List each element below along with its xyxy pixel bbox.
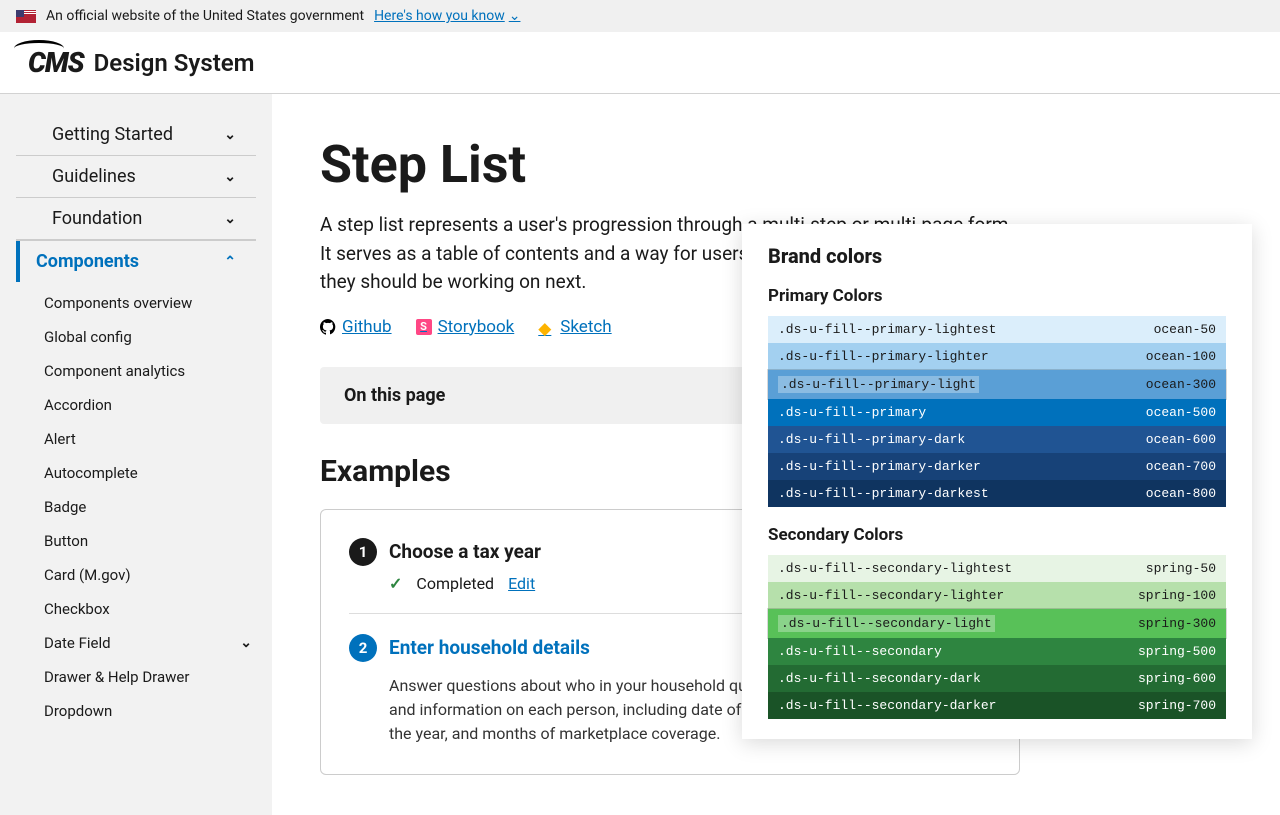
github-link[interactable]: Github bbox=[320, 317, 392, 337]
nav-item-components[interactable]: Components⌃ bbox=[16, 240, 256, 282]
swatch-class: .ds-u-fill--primary-darkest bbox=[778, 486, 989, 501]
color-swatch: .ds-u-fill--secondary-lightest spring-50 bbox=[768, 555, 1226, 582]
color-swatch: .ds-u-fill--primary ocean-500 bbox=[768, 399, 1226, 426]
sub-item[interactable]: Badge bbox=[0, 490, 272, 524]
sub-item[interactable]: Button bbox=[0, 524, 272, 558]
nav-item-guidelines[interactable]: Guidelines⌄ bbox=[16, 156, 256, 198]
logo-mark: CMS bbox=[18, 46, 84, 79]
color-swatch: .ds-u-fill--primary-darkest ocean-800 bbox=[768, 480, 1226, 507]
swatch-class: .ds-u-fill--primary bbox=[778, 405, 926, 420]
nav-item-foundation[interactable]: Foundation⌄ bbox=[16, 198, 256, 240]
swatch-class: .ds-u-fill--primary-light bbox=[778, 376, 979, 393]
sub-item[interactable]: Component analytics bbox=[0, 354, 272, 388]
color-swatch: .ds-u-fill--secondary-lighter spring-100 bbox=[768, 582, 1226, 609]
swatch-class: .ds-u-fill--secondary-lightest bbox=[778, 561, 1012, 576]
edit-link[interactable]: Edit bbox=[508, 574, 535, 593]
swatch-class: .ds-u-fill--secondary-lighter bbox=[778, 588, 1004, 603]
sub-item[interactable]: Global config bbox=[0, 320, 272, 354]
color-swatch: .ds-u-fill--secondary-dark spring-600 bbox=[768, 665, 1226, 692]
color-swatch: .ds-u-fill--secondary-darker spring-700 bbox=[768, 692, 1226, 719]
logo[interactable]: CMS Design System bbox=[18, 46, 255, 79]
github-icon bbox=[320, 319, 336, 335]
swatch-class: .ds-u-fill--secondary-light bbox=[778, 615, 995, 632]
chevron-down-icon: ⌄ bbox=[509, 8, 521, 24]
chevron-down-icon: ⌄ bbox=[240, 635, 252, 651]
swatch-token: ocean-700 bbox=[1146, 459, 1216, 474]
swatch-class: .ds-u-fill--primary-dark bbox=[778, 432, 965, 447]
color-swatch: .ds-u-fill--primary-dark ocean-600 bbox=[768, 426, 1226, 453]
us-flag-icon bbox=[16, 10, 36, 23]
logo-text: Design System bbox=[94, 49, 255, 77]
storybook-link[interactable]: S Storybook bbox=[416, 317, 515, 337]
sub-item[interactable]: Checkbox bbox=[0, 592, 272, 626]
swatch-class: .ds-u-fill--primary-lightest bbox=[778, 322, 996, 337]
swatch-class: .ds-u-fill--primary-darker bbox=[778, 459, 981, 474]
color-swatch: .ds-u-fill--primary-light ocean-300 bbox=[768, 370, 1226, 399]
swatch-class: .ds-u-fill--primary-lighter bbox=[778, 349, 989, 364]
swatch-token: spring-50 bbox=[1146, 561, 1216, 576]
step-title: Choose a tax year bbox=[389, 540, 541, 563]
secondary-heading: Secondary Colors bbox=[768, 525, 1226, 545]
nav-item-getting-started[interactable]: Getting Started⌄ bbox=[16, 114, 256, 156]
main-content: Step List A step list represents a user'… bbox=[272, 94, 1280, 815]
sub-item[interactable]: Components overview bbox=[0, 286, 272, 320]
swatch-token: ocean-100 bbox=[1146, 349, 1216, 364]
header: CMS Design System bbox=[0, 32, 1280, 94]
sidebar-sublist: Components overview Global config Compon… bbox=[0, 282, 272, 732]
step-status: Completed bbox=[416, 574, 494, 593]
swatch-token: ocean-300 bbox=[1146, 377, 1216, 392]
chevron-up-icon: ⌃ bbox=[224, 254, 236, 270]
sketch-icon: ◆ bbox=[538, 319, 554, 335]
banner-text: An official website of the United States… bbox=[46, 8, 364, 24]
color-swatch: .ds-u-fill--primary-lighter ocean-100 bbox=[768, 343, 1226, 370]
sketch-link[interactable]: ◆ Sketch bbox=[538, 317, 611, 337]
sub-item[interactable]: Alert bbox=[0, 422, 272, 456]
swatch-token: spring-100 bbox=[1138, 588, 1216, 603]
swatch-class: .ds-u-fill--secondary bbox=[778, 644, 942, 659]
sub-item[interactable]: Drawer & Help Drawer bbox=[0, 660, 272, 694]
swatch-class: .ds-u-fill--secondary-darker bbox=[778, 698, 996, 713]
swatch-token: spring-700 bbox=[1138, 698, 1216, 713]
secondary-swatches: .ds-u-fill--secondary-lightest spring-50.… bbox=[768, 555, 1226, 719]
overlay-heading: Brand colors bbox=[768, 244, 1226, 268]
color-swatch: .ds-u-fill--primary-darker ocean-700 bbox=[768, 453, 1226, 480]
chevron-down-icon: ⌄ bbox=[224, 169, 236, 185]
swatch-token: ocean-500 bbox=[1146, 405, 1216, 420]
swatch-token: ocean-50 bbox=[1154, 322, 1216, 337]
color-swatch: .ds-u-fill--secondary spring-500 bbox=[768, 638, 1226, 665]
sub-item-date-field[interactable]: Date Field⌄ bbox=[0, 626, 272, 660]
chevron-down-icon: ⌄ bbox=[224, 211, 236, 227]
color-swatch: .ds-u-fill--primary-lightest ocean-50 bbox=[768, 316, 1226, 343]
brand-colors-overlay: Brand colors Primary Colors .ds-u-fill--… bbox=[742, 224, 1252, 739]
sub-item[interactable]: Card (M.gov) bbox=[0, 558, 272, 592]
banner-link[interactable]: Here's how you know ⌄ bbox=[374, 8, 520, 24]
step-number: 2 bbox=[349, 634, 377, 662]
swatch-token: spring-600 bbox=[1138, 671, 1216, 686]
gov-banner: An official website of the United States… bbox=[0, 0, 1280, 32]
sidebar: Getting Started⌄ Guidelines⌄ Foundation⌄… bbox=[0, 94, 272, 815]
primary-heading: Primary Colors bbox=[768, 286, 1226, 306]
page-title: Step List bbox=[320, 134, 1232, 195]
swatch-class: .ds-u-fill--secondary-dark bbox=[778, 671, 981, 686]
swatch-token: ocean-800 bbox=[1146, 486, 1216, 501]
sub-item[interactable]: Accordion bbox=[0, 388, 272, 422]
sub-item[interactable]: Dropdown bbox=[0, 694, 272, 728]
sub-item[interactable]: Autocomplete bbox=[0, 456, 272, 490]
check-icon: ✓ bbox=[389, 574, 402, 593]
swatch-token: spring-500 bbox=[1138, 644, 1216, 659]
chevron-down-icon: ⌄ bbox=[224, 127, 236, 143]
color-swatch: .ds-u-fill--secondary-light spring-300 bbox=[768, 609, 1226, 638]
storybook-icon: S bbox=[416, 319, 432, 335]
swatch-token: ocean-600 bbox=[1146, 432, 1216, 447]
primary-swatches: .ds-u-fill--primary-lightestocean-50.ds-… bbox=[768, 316, 1226, 507]
swatch-token: spring-300 bbox=[1138, 616, 1216, 631]
step-number: 1 bbox=[349, 538, 377, 566]
step-title: Enter household details bbox=[389, 636, 590, 659]
